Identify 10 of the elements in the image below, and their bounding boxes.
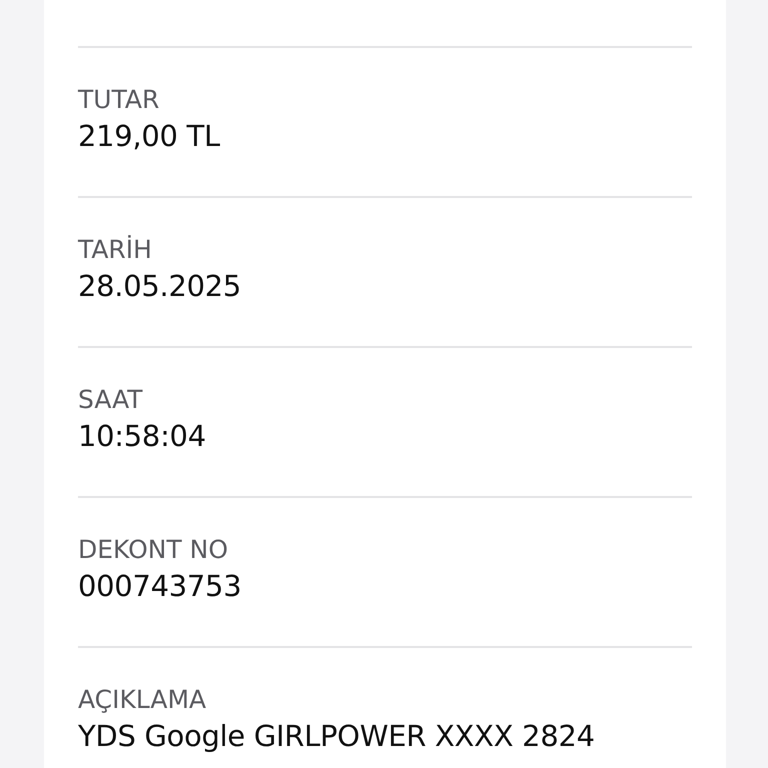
field-label: TUTAR bbox=[78, 86, 160, 114]
field-label: AÇIKLAMA bbox=[78, 686, 208, 714]
field-value: 10:58:04 bbox=[78, 418, 207, 454]
field-label: DEKONT NO bbox=[78, 536, 230, 564]
field-value: 219,00 TL bbox=[78, 118, 221, 154]
field-label: SAAT bbox=[78, 386, 144, 414]
field-value: 000743753 bbox=[78, 568, 242, 604]
field-value: 28.05.2025 bbox=[78, 268, 242, 304]
field-label: TARİH bbox=[78, 236, 153, 264]
field-value: YDS Google GIRLPOWER XXXX 2824 bbox=[78, 718, 596, 754]
